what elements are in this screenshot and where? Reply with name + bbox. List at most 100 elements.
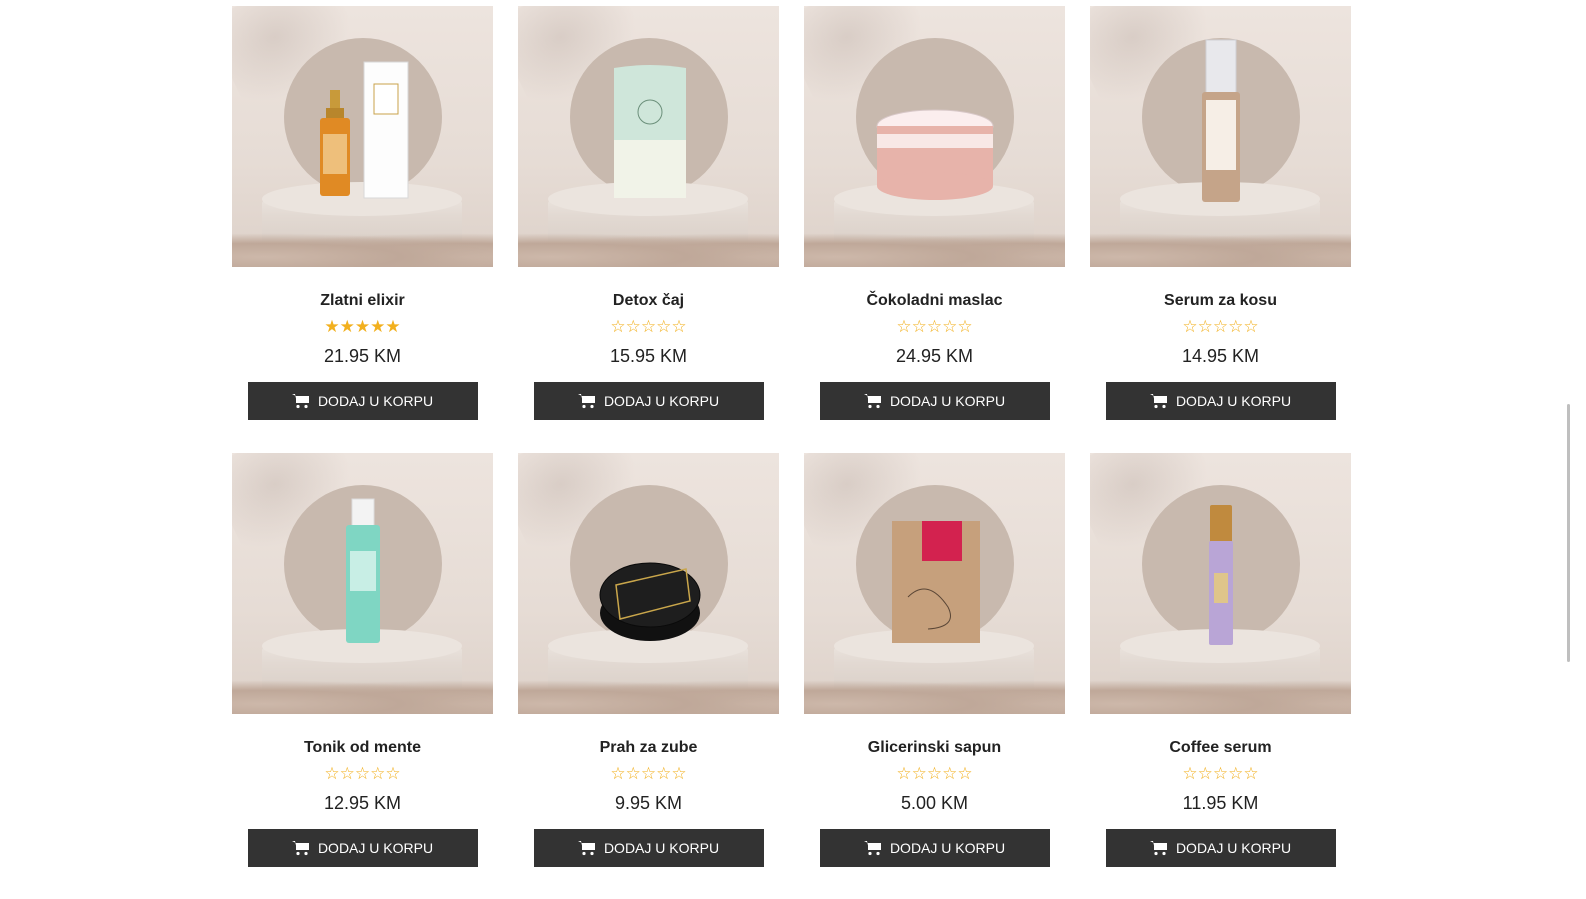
product-image[interactable]: hair-serum-bottle [1090, 6, 1351, 267]
product-title[interactable]: Detox čaj [613, 291, 684, 311]
add-to-cart-button[interactable]: DODAJ U KORPU [819, 382, 1050, 420]
fabric-drape [804, 233, 1065, 267]
star-empty-icon: ☆ [354, 764, 371, 783]
star-empty-icon: ☆ [896, 764, 912, 783]
star-empty-icon: ☆ [656, 317, 672, 336]
add-to-cart-button[interactable]: DODAJ U KORPU [247, 382, 478, 420]
add-to-cart-label: DODAJ U KORPU [889, 393, 1006, 409]
add-to-cart-label: DODAJ U KORPU [317, 393, 434, 409]
product-image[interactable]: glycerin-soap-box [804, 453, 1065, 714]
add-to-cart-button[interactable]: DODAJ U KORPU [819, 829, 1050, 867]
cart-icon [863, 841, 881, 856]
product-price: 24.95 KM [895, 346, 974, 366]
star-empty-icon: ☆ [1243, 317, 1259, 336]
star-empty-icon: ☆ [1182, 317, 1198, 336]
add-to-cart-button[interactable]: DODAJ U KORPU [247, 829, 478, 867]
fabric-drape [1090, 680, 1351, 714]
add-to-cart-label: DODAJ U KORPU [1175, 840, 1292, 856]
product-grid: gold-elixir-bottle Zlatni elixir ★★★★★ 2… [232, 6, 1354, 867]
star-rating: ☆☆☆☆☆ [610, 764, 686, 784]
add-to-cart-button[interactable]: DODAJ U KORPU [1105, 829, 1336, 867]
star-empty-icon: ☆ [656, 764, 672, 783]
product-title[interactable]: Prah za zube [600, 738, 698, 758]
star-empty-icon: ☆ [610, 317, 626, 336]
star-empty-icon: ☆ [640, 317, 657, 336]
product-image[interactable]: whitening-powder-tin [518, 453, 779, 714]
star-empty-icon: ☆ [671, 317, 687, 336]
star-rating: ☆☆☆☆☆ [1182, 764, 1258, 784]
product-title[interactable]: Glicerinski sapun [868, 738, 1001, 758]
product-title[interactable]: Zlatni elixir [320, 291, 404, 311]
product-image[interactable]: detox-tea-pouch [518, 6, 779, 267]
product-image[interactable]: coffee-serum-bottle [1090, 453, 1351, 714]
cart-icon [577, 841, 595, 856]
star-empty-icon: ☆ [640, 764, 657, 783]
product-title[interactable]: Coffee serum [1169, 738, 1271, 758]
star-rating: ☆☆☆☆☆ [896, 764, 972, 784]
star-rating: ★★★★★ [324, 317, 400, 337]
star-rating: ☆☆☆☆☆ [1182, 317, 1258, 337]
fabric-drape [804, 680, 1065, 714]
add-to-cart-button[interactable]: DODAJ U KORPU [533, 382, 764, 420]
cart-icon [291, 841, 309, 856]
product-image[interactable]: gold-elixir-bottle [232, 6, 493, 267]
star-empty-icon: ☆ [1228, 317, 1244, 336]
star-empty-icon: ☆ [942, 317, 958, 336]
product-card: detox-tea-pouch Detox čaj ☆☆☆☆☆ 15.95 KM… [518, 6, 779, 420]
star-empty-icon: ☆ [1182, 764, 1198, 783]
product-card: glycerin-soap-box Glicerinski sapun ☆☆☆☆… [804, 453, 1065, 867]
cart-icon [291, 394, 309, 409]
product-card: coffee-serum-bottle Coffee serum ☆☆☆☆☆ 1… [1090, 453, 1351, 867]
star-empty-icon: ☆ [671, 764, 687, 783]
product-card: mint-tonic-spray Tonik od mente ☆☆☆☆☆ 12… [232, 453, 493, 867]
product-title[interactable]: Tonik od mente [304, 738, 421, 758]
product-card: whitening-powder-tin Prah za zube ☆☆☆☆☆ … [518, 453, 779, 867]
fabric-drape [232, 680, 493, 714]
product-image[interactable]: choco-butter-jar [804, 6, 1065, 267]
add-to-cart-label: DODAJ U KORPU [603, 840, 720, 856]
scrollbar-thumb[interactable] [1567, 404, 1570, 662]
star-filled-icon: ★ [354, 317, 371, 336]
product-image[interactable]: mint-tonic-spray [232, 453, 493, 714]
star-empty-icon: ☆ [1212, 764, 1229, 783]
fabric-drape [1090, 233, 1351, 267]
star-empty-icon: ☆ [1197, 317, 1213, 336]
star-empty-icon: ☆ [339, 764, 355, 783]
star-filled-icon: ★ [324, 317, 340, 336]
star-empty-icon: ☆ [911, 317, 927, 336]
add-to-cart-button[interactable]: DODAJ U KORPU [1105, 382, 1336, 420]
fabric-drape [232, 233, 493, 267]
star-empty-icon: ☆ [625, 764, 641, 783]
star-filled-icon: ★ [385, 317, 401, 336]
add-to-cart-label: DODAJ U KORPU [889, 840, 1006, 856]
star-rating: ☆☆☆☆☆ [324, 764, 400, 784]
cart-icon [1149, 394, 1167, 409]
cart-icon [863, 394, 881, 409]
star-filled-icon: ★ [339, 317, 355, 336]
product-price: 12.95 KM [323, 793, 402, 813]
star-empty-icon: ☆ [385, 764, 401, 783]
product-price: 11.95 KM [1182, 793, 1259, 813]
star-filled-icon: ★ [370, 317, 386, 336]
add-to-cart-button[interactable]: DODAJ U KORPU [533, 829, 764, 867]
cart-icon [1149, 841, 1167, 856]
add-to-cart-label: DODAJ U KORPU [317, 840, 434, 856]
product-title[interactable]: Čokoladni maslac [866, 291, 1002, 311]
star-empty-icon: ☆ [370, 764, 386, 783]
star-empty-icon: ☆ [942, 764, 958, 783]
star-empty-icon: ☆ [926, 764, 943, 783]
star-rating: ☆☆☆☆☆ [610, 317, 686, 337]
product-price: 5.00 KM [900, 793, 969, 813]
product-price: 14.95 KM [1181, 346, 1260, 366]
star-empty-icon: ☆ [911, 764, 927, 783]
cart-icon [577, 394, 595, 409]
star-empty-icon: ☆ [1228, 764, 1244, 783]
star-empty-icon: ☆ [1212, 317, 1229, 336]
product-title[interactable]: Serum za kosu [1164, 291, 1277, 311]
star-empty-icon: ☆ [1197, 764, 1213, 783]
product-card: hair-serum-bottle Serum za kosu ☆☆☆☆☆ 14… [1090, 6, 1351, 420]
add-to-cart-label: DODAJ U KORPU [1175, 393, 1292, 409]
star-empty-icon: ☆ [324, 764, 340, 783]
star-empty-icon: ☆ [926, 317, 943, 336]
star-empty-icon: ☆ [896, 317, 912, 336]
